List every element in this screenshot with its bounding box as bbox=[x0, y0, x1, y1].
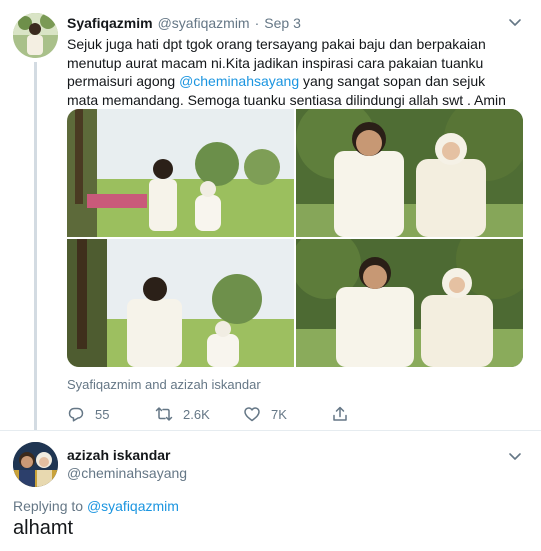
heart-icon bbox=[244, 407, 260, 422]
author-avatar[interactable] bbox=[13, 13, 58, 58]
replying-to-label: Replying to bbox=[13, 498, 84, 514]
like-button[interactable]: 7K bbox=[243, 405, 331, 423]
photo-3[interactable] bbox=[67, 239, 294, 367]
reply-button[interactable]: 55 bbox=[67, 405, 155, 423]
reply-icon bbox=[68, 407, 84, 422]
photo-2[interactable] bbox=[296, 109, 523, 237]
retweet-icon bbox=[155, 407, 173, 421]
share-icon bbox=[333, 406, 347, 421]
retweet-count: 2.6K bbox=[183, 406, 210, 422]
photo-grid bbox=[67, 109, 523, 367]
chevron-down-icon[interactable] bbox=[507, 448, 523, 464]
replying-to-handle[interactable]: @syafiqazmim bbox=[87, 498, 179, 514]
author-handle[interactable]: @syafiqazmim bbox=[158, 15, 250, 31]
reply-author-avatar[interactable] bbox=[13, 442, 58, 487]
tweet-header: Syafiqazmim @syafiqazmim · Sep 3 bbox=[67, 13, 301, 33]
thread-line bbox=[34, 62, 37, 430]
mention-link[interactable]: @cheminahsayang bbox=[179, 73, 299, 89]
reply-text: alhamt bbox=[13, 517, 74, 539]
reply-author-name[interactable]: azizah iskandar bbox=[67, 447, 171, 463]
reply-count: 55 bbox=[95, 406, 110, 422]
reply-tweet[interactable]: azizah iskandar @cheminahsayang Replying… bbox=[0, 431, 541, 551]
separator-dot: · bbox=[254, 15, 260, 31]
photo-4[interactable] bbox=[296, 239, 523, 367]
tweet-date[interactable]: Sep 3 bbox=[264, 15, 301, 31]
tagged-users[interactable]: Syafiqazmim and azizah iskandar bbox=[67, 377, 261, 392]
photo-1[interactable] bbox=[67, 109, 294, 237]
author-name[interactable]: Syafiqazmim bbox=[67, 15, 153, 31]
replying-to: Replying to @syafiqazmim bbox=[13, 498, 179, 514]
reply-author-handle[interactable]: @cheminahsayang bbox=[67, 465, 187, 481]
tweet-actions: 55 2.6K 7K bbox=[67, 405, 349, 423]
like-count: 7K bbox=[271, 406, 287, 422]
share-button[interactable] bbox=[331, 405, 349, 423]
retweet-button[interactable]: 2.6K bbox=[155, 405, 243, 423]
tweet[interactable]: Syafiqazmim @syafiqazmim · Sep 3 Sejuk j… bbox=[0, 0, 541, 430]
chevron-down-icon[interactable] bbox=[507, 14, 523, 30]
